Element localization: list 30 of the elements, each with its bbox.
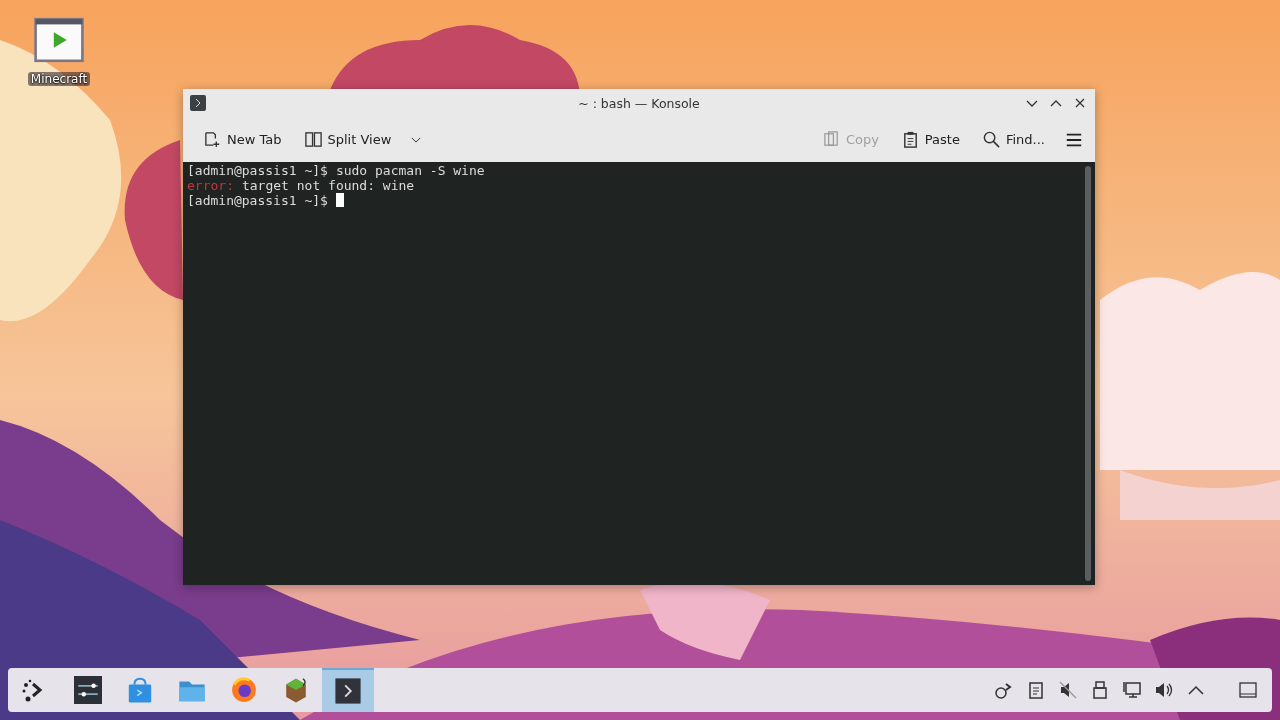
- shopping-bag-icon: [126, 676, 154, 704]
- shell-prompt: [admin@passis1 ~]$: [187, 163, 328, 178]
- desktop-icon-label[interactable]: Minecraft: [27, 72, 91, 86]
- terminal-icon: [190, 95, 206, 111]
- clipboard-icon[interactable]: [1026, 680, 1046, 700]
- close-button[interactable]: [1073, 96, 1087, 110]
- error-label: error:: [187, 178, 234, 193]
- sliders-icon: [74, 676, 102, 704]
- copy-icon: [821, 130, 841, 149]
- scrollbar[interactable]: [1085, 166, 1091, 581]
- terminal-area[interactable]: [admin@passis1 ~]$ sudo pacman -S wine error: target not found: wine [admin@passis1 ~]$: [183, 162, 1095, 585]
- toolbar-button[interactable]: Split View: [299, 126, 396, 153]
- shell-prompt: [admin@passis1 ~]$: [187, 193, 328, 208]
- split-view-icon: [303, 130, 323, 149]
- muted-speaker-icon[interactable]: [1058, 680, 1078, 700]
- search-icon: [981, 130, 1001, 149]
- toolbar-button[interactable]: New Tab: [199, 126, 286, 153]
- command-text: sudo pacman -S wine: [335, 163, 485, 178]
- window-title: ~ : bash — Konsole: [578, 95, 700, 111]
- error-message: target not found: wine: [241, 178, 415, 193]
- find-button[interactable]: Find...: [977, 126, 1049, 153]
- terminal-icon: [334, 677, 362, 705]
- show-desktop-icon[interactable]: [1238, 680, 1258, 700]
- new-tab-icon: [203, 130, 222, 149]
- taskbar-button[interactable]: [322, 668, 374, 712]
- text-cursor: [335, 193, 344, 207]
- toolbar-button[interactable]: Paste: [896, 126, 964, 153]
- usb-drive-icon[interactable]: [1090, 680, 1110, 700]
- speaker-icon[interactable]: [1154, 680, 1174, 700]
- display-icon[interactable]: [1122, 680, 1142, 700]
